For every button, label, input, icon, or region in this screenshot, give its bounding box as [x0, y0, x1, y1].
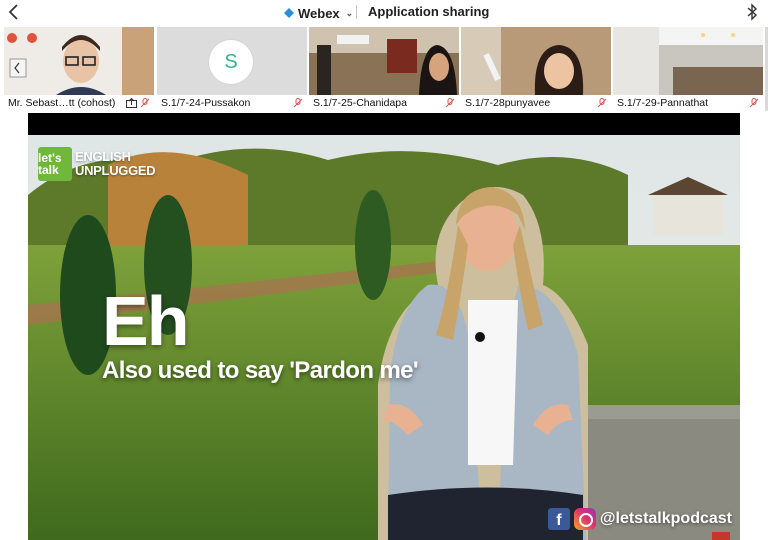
mic-muted-icon	[445, 97, 455, 107]
webex-icon	[284, 8, 294, 18]
avatar: S	[208, 39, 254, 85]
mic-muted-icon	[749, 97, 759, 107]
share-screen-icon	[126, 98, 137, 108]
participant-video	[309, 27, 459, 95]
instagram-icon	[573, 508, 596, 530]
social-handle-text: @letstalkpodcast	[599, 510, 732, 527]
back-chevron-icon[interactable]	[6, 2, 22, 22]
logo-wordmark: ENGLISH UNPLUGGED	[75, 149, 156, 178]
caption-subline: Also used to say 'Pardon me'	[102, 357, 419, 384]
chevron-down-icon: ⌄	[345, 7, 354, 18]
mic-muted-icon	[597, 97, 607, 107]
divider	[356, 5, 357, 19]
sharing-title: Application sharing	[368, 4, 490, 19]
shared-video-frame: let's talk ENGLISH UNPLUGGED Eh Also use…	[28, 135, 740, 540]
participant-video	[4, 27, 154, 95]
caption-headword: Eh	[102, 282, 189, 360]
participant-video	[613, 27, 763, 95]
participant-tile[interactable]: S.1/7-25-Chanidapa	[309, 27, 459, 111]
participant-caption: S.1/7-29-Pannathat	[613, 95, 763, 111]
app-switcher[interactable]: Webex ⌄	[284, 4, 353, 22]
participant-name: Mr. Sebast…tt (cohost)	[8, 97, 116, 109]
participant-name: S.1/7-29-Pannathat	[617, 97, 709, 109]
participant-name: S.1/7-28punyavee	[465, 97, 551, 109]
participant-tile[interactable]: S S.1/7-24-Pussakon	[157, 27, 307, 111]
bluetooth-icon	[747, 3, 758, 21]
app-name: Webex	[298, 5, 340, 21]
participant-caption: S.1/7-24-Pussakon	[157, 95, 307, 111]
logo-line-1: ENGLISH	[75, 149, 131, 164]
participant-strip: Mr. Sebast…tt (cohost) S S.1/7-24-Pussak…	[0, 27, 768, 111]
social-handle: f @letstalkpodcast	[547, 508, 732, 530]
participant-video	[461, 27, 611, 95]
logo-badge: let's talk	[38, 147, 72, 181]
participant-tile[interactable]: S.1/7-28punyavee	[461, 27, 611, 111]
participant-tile[interactable]: Mr. Sebast…tt (cohost)	[4, 27, 154, 111]
logo-line-2: UNPLUGGED	[75, 163, 156, 178]
participant-caption: Mr. Sebast…tt (cohost)	[4, 95, 154, 111]
corner-badge	[712, 532, 730, 540]
mic-muted-icon	[293, 97, 303, 107]
shared-content-area[interactable]: let's talk ENGLISH UNPLUGGED Eh Also use…	[28, 113, 740, 540]
participant-tile[interactable]: S.1/7-29-Pannathat	[613, 27, 763, 111]
facebook-icon: f	[547, 508, 570, 530]
participant-video: S	[157, 27, 307, 95]
participant-caption: S.1/7-25-Chanidapa	[309, 95, 459, 111]
top-bar: Webex ⌄ Application sharing	[0, 0, 768, 26]
mic-muted-icon	[140, 97, 150, 107]
participant-name: S.1/7-24-Pussakon	[161, 97, 251, 109]
participant-name: S.1/7-25-Chanidapa	[313, 97, 407, 109]
channel-logo: let's talk ENGLISH UNPLUGGED	[38, 147, 156, 181]
participant-caption: S.1/7-28punyavee	[461, 95, 611, 111]
